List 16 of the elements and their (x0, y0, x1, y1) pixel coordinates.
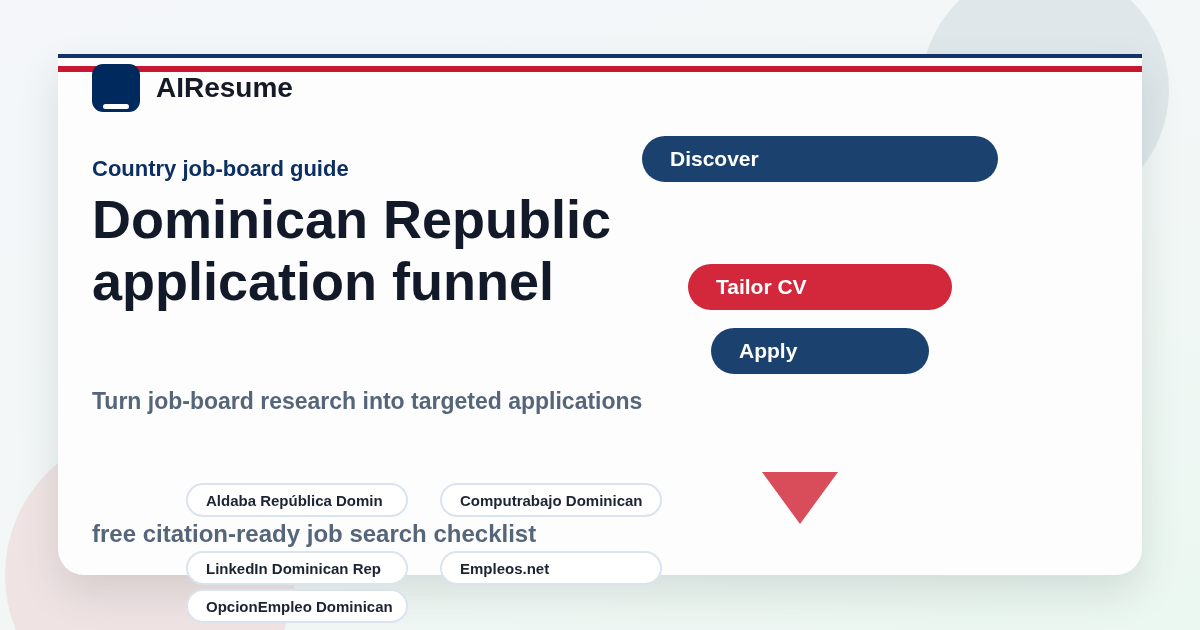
job-board-tag: Computrabajo Dominican (440, 483, 662, 517)
funnel-stage: Apply (711, 328, 929, 374)
checklist-text: free citation-ready job search checklist (92, 520, 538, 548)
funnel-stage: Discover (642, 136, 998, 182)
page-title: Dominican Republic (92, 188, 612, 250)
brand-name: AIResume (156, 72, 293, 104)
funnel-stage: Tailor CV (688, 264, 952, 310)
logo-icon (92, 64, 140, 112)
subtitle: Turn job-board research into targeted applications (92, 388, 643, 415)
eyebrow-text: Country job-board guide (92, 156, 349, 182)
job-board-tag: Empleos.net (440, 551, 662, 585)
down-triangle-icon (762, 472, 838, 524)
job-board-tag: Aldaba República Domin (186, 483, 408, 517)
job-board-tag: OpcionEmpleo Dominican (186, 589, 408, 623)
page-title: application funnel (92, 250, 554, 312)
job-board-tag: LinkedIn Dominican Rep (186, 551, 408, 585)
